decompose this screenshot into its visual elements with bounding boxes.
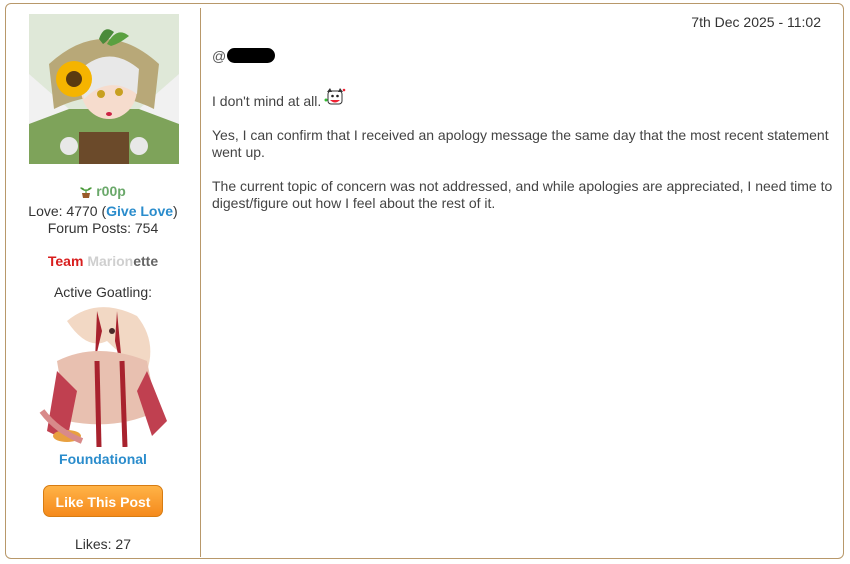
post-paragraph: I don't mind at all. <box>212 86 837 110</box>
like-post-button[interactable]: Like This Post <box>43 485 163 517</box>
username[interactable]: r00p <box>6 183 200 199</box>
mention[interactable]: @ <box>212 48 837 70</box>
redacted-username <box>227 48 276 63</box>
likes-count: Likes: 27 <box>74 536 132 552</box>
forum-post: r00p Love: 4770 (Give Love) Forum Posts:… <box>5 3 844 559</box>
plant-icon <box>80 187 93 198</box>
give-love-link[interactable]: Give Love <box>106 203 173 219</box>
team-label: Team Marionette <box>47 253 159 269</box>
goatling-image[interactable] <box>37 301 177 447</box>
forum-post-count: Forum Posts: 754 <box>47 220 159 236</box>
goatling-name-link[interactable]: Foundational <box>6 451 200 467</box>
post-body: @ I don't mind at all. Yes, I can confir… <box>212 48 837 212</box>
emote-icon <box>324 88 346 105</box>
post-paragraph: Yes, I can confirm that I received an ap… <box>212 127 829 160</box>
love-count: Love: 4770 (Give Love) <box>28 203 178 219</box>
post-paragraph: The current topic of concern was not add… <box>212 178 833 211</box>
active-goatling-label: Active Goatling: <box>53 284 153 300</box>
sidebar-divider <box>200 8 201 557</box>
user-sidebar: r00p Love: 4770 (Give Love) Forum Posts:… <box>6 4 200 558</box>
user-avatar[interactable] <box>29 14 179 164</box>
post-date: 7th Dec 2025 - 11:02 <box>691 14 821 30</box>
